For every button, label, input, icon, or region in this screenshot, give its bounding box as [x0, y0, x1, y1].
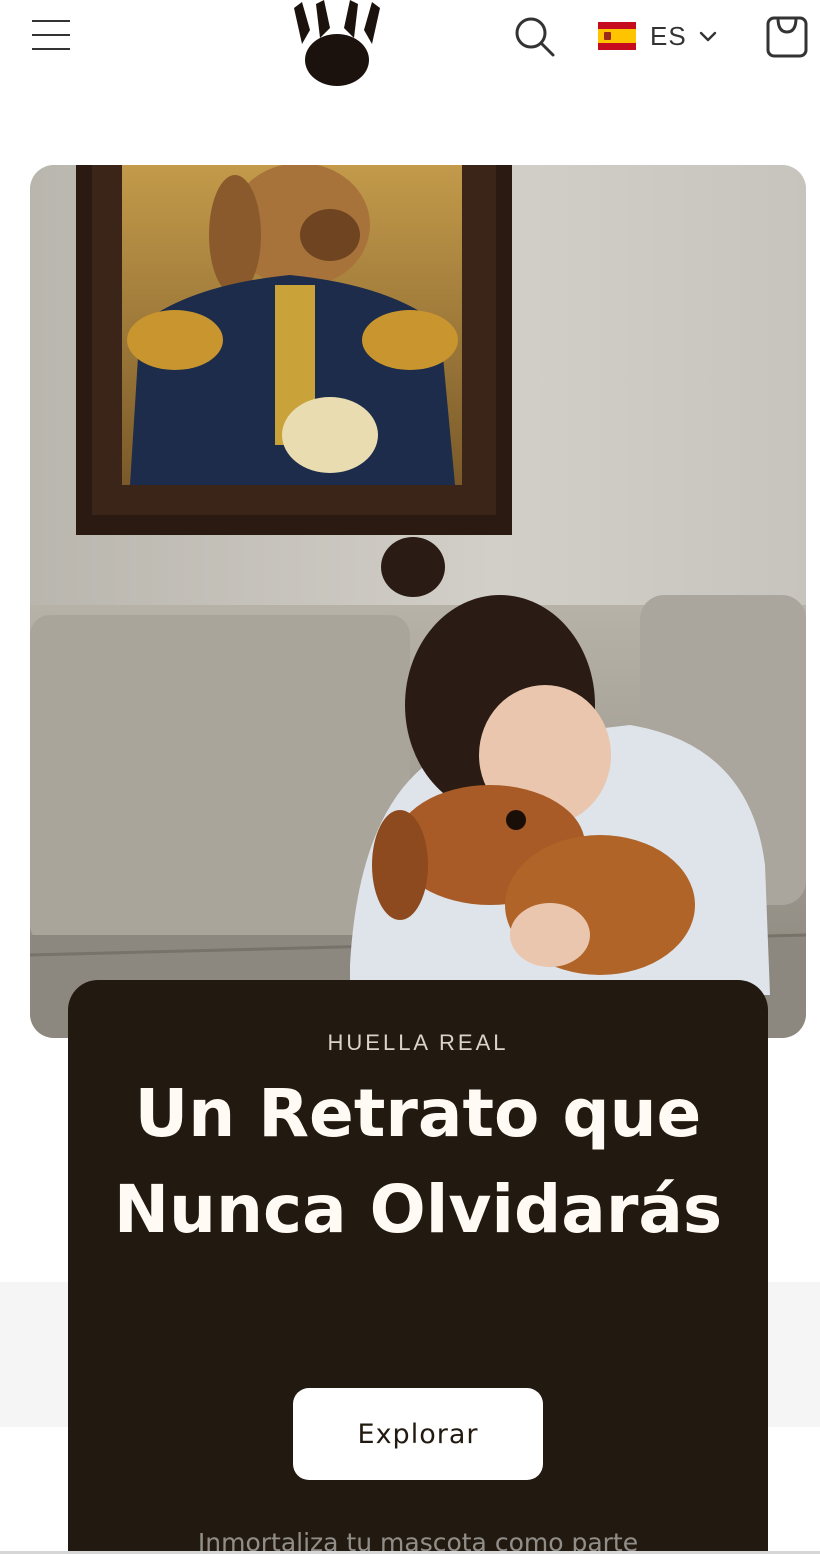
- spain-flag-icon: [598, 22, 636, 50]
- explore-button[interactable]: Explorar: [293, 1388, 543, 1480]
- paw-print-icon[interactable]: [288, 0, 386, 90]
- hero-image: [30, 165, 806, 1038]
- language-code: ES: [650, 20, 687, 51]
- search-icon[interactable]: [512, 14, 558, 60]
- chevron-down-icon: [699, 31, 716, 42]
- shopping-bag-icon[interactable]: [764, 12, 810, 60]
- site-header: ES: [0, 0, 820, 95]
- banner-headline: Un Retrato que Nunca Olvidarás: [113, 1075, 723, 1248]
- language-selector[interactable]: ES: [598, 18, 719, 54]
- hero-banner-card: HUELLA REAL Un Retrato que Nunca Olvidar…: [68, 980, 768, 1554]
- banner-eyebrow: HUELLA REAL: [327, 1030, 509, 1055]
- hero-photo-woman-hugging-dog-with-royal-dog-portrait: [30, 165, 806, 1038]
- hamburger-menu-icon[interactable]: [30, 14, 72, 58]
